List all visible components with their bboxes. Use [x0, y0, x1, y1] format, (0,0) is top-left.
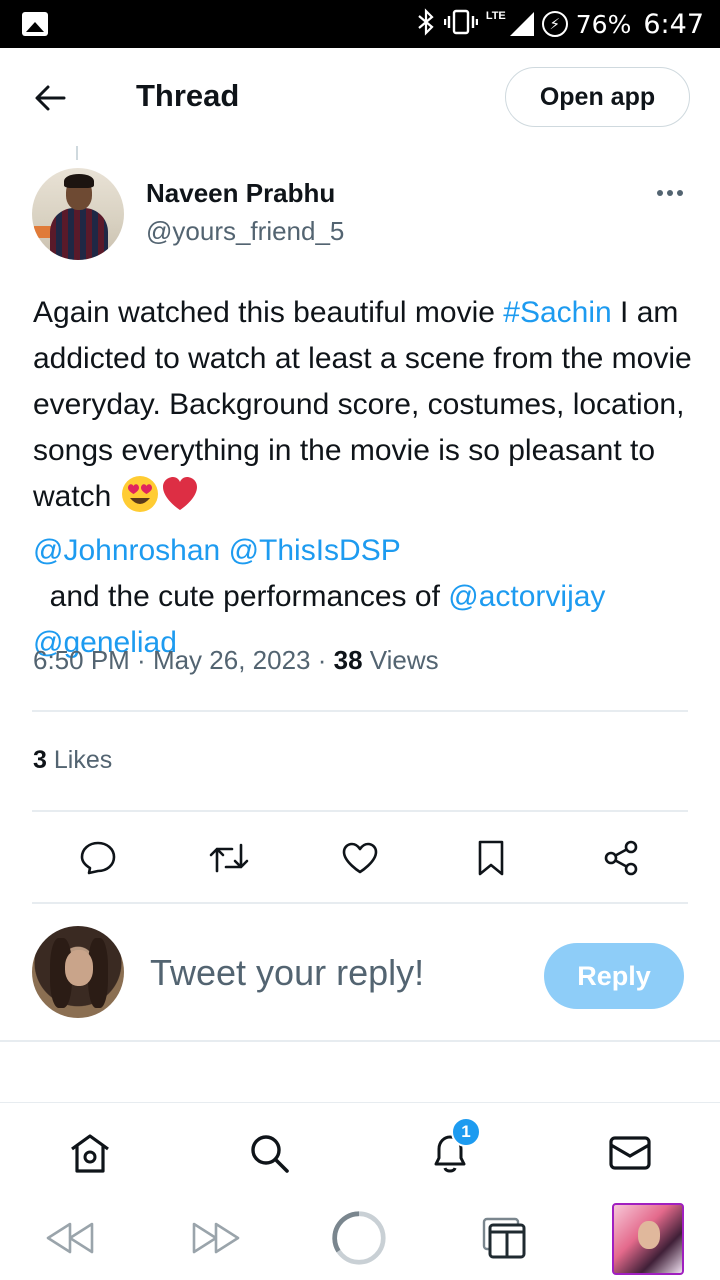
mention-link[interactable]: @Johnroshan — [33, 534, 220, 567]
back-button[interactable] — [28, 76, 72, 120]
more-options-button[interactable] — [650, 180, 690, 206]
battery-saver-icon: ⚡ — [541, 11, 568, 37]
clock: 6:47 — [643, 8, 704, 40]
browser-tabs-button[interactable] — [476, 1210, 532, 1266]
reply-submit-button[interactable]: Reply — [544, 943, 684, 1009]
views-count: 38 — [333, 645, 363, 675]
messages-icon — [609, 1136, 651, 1170]
retweet-icon — [209, 843, 249, 873]
status-bar-right: LTE ⚡ 76% 6:47 — [416, 0, 704, 48]
mention-link[interactable]: @ThisIsDSP — [229, 534, 401, 567]
nav-home[interactable] — [68, 1131, 112, 1175]
forward-icon — [192, 1222, 240, 1254]
mention-link[interactable]: @actorvijay — [448, 580, 605, 613]
thread-connector — [76, 146, 78, 160]
bookmark-button[interactable] — [469, 836, 513, 880]
more-dot — [677, 190, 683, 196]
like-button[interactable] — [338, 836, 382, 880]
tweet-text-segment: and the cute performances of — [33, 580, 449, 613]
retweet-button[interactable] — [207, 836, 251, 880]
page-title: Thread — [136, 78, 240, 113]
thread-header: Thread Open app — [0, 48, 720, 146]
battery-percent: 76% — [575, 9, 632, 39]
bookmark-icon — [478, 840, 504, 876]
share-icon — [604, 840, 638, 876]
likes-label: Likes — [53, 746, 113, 774]
divider — [32, 710, 688, 712]
heart-eyes-emoji-icon — [120, 474, 160, 528]
vibrate-icon — [443, 8, 479, 40]
gallery-icon — [22, 12, 48, 36]
signal-icon — [509, 12, 534, 36]
red-heart-emoji-icon — [160, 474, 200, 528]
divider — [32, 810, 688, 812]
tweet-date[interactable]: May 26, 2023 — [153, 645, 311, 675]
search-icon — [251, 1135, 289, 1173]
hashtag-link[interactable]: #Sachin — [503, 296, 611, 329]
reply-input[interactable]: Tweet your reply! — [150, 952, 424, 994]
bluetooth-icon — [416, 8, 436, 40]
browser-back-button[interactable] — [42, 1210, 98, 1266]
nav-search[interactable] — [247, 1131, 291, 1175]
reply-button[interactable] — [76, 836, 120, 880]
notifications-badge: 1 — [451, 1117, 481, 1147]
divider — [0, 1040, 720, 1042]
bottom-nav — [0, 1102, 720, 1198]
views-label: Views — [369, 645, 439, 675]
like-icon — [342, 842, 378, 874]
share-button[interactable] — [599, 836, 643, 880]
browser-reload-button[interactable] — [331, 1210, 387, 1266]
likes-count: 3 — [33, 746, 47, 774]
reload-icon — [332, 1211, 386, 1265]
more-dot — [667, 190, 673, 196]
browser-forward-button[interactable] — [188, 1210, 244, 1266]
author-handle[interactable]: @yours_friend_5 — [146, 216, 344, 247]
status-bar: LTE ⚡ 76% 6:47 — [0, 0, 720, 48]
arrow-left-icon — [35, 85, 66, 111]
home-icon — [71, 1134, 109, 1173]
tweet-time[interactable]: 6:50 PM — [33, 645, 130, 675]
tabs-icon — [482, 1217, 526, 1259]
profile-thumbnail[interactable] — [612, 1203, 684, 1275]
back-icon — [46, 1222, 94, 1254]
tweet-text: Again watched this beautiful movie #Sach… — [33, 290, 693, 666]
user-avatar[interactable] — [32, 926, 124, 1018]
more-dot — [657, 190, 663, 196]
author-name[interactable]: Naveen Prabhu — [146, 178, 335, 209]
tweet-actions — [32, 830, 688, 886]
nav-messages[interactable] — [608, 1131, 652, 1175]
reply-icon — [80, 841, 116, 875]
likes-link[interactable]: 3 Likes — [33, 746, 112, 775]
tweet-text-segment: Again watched this beautiful movie — [33, 296, 504, 329]
author-avatar[interactable] — [32, 168, 124, 260]
open-app-button[interactable]: Open app — [505, 67, 690, 127]
divider — [32, 902, 688, 904]
network-type: LTE — [485, 10, 506, 22]
tweet-meta: 6:50 PM · May 26, 2023 · 38 Views — [33, 645, 439, 675]
